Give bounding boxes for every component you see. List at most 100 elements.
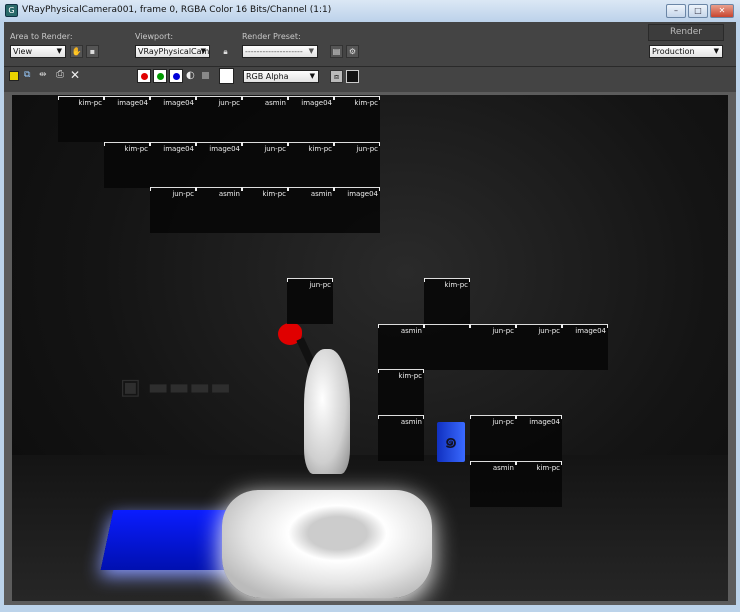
bucket-label: asmin — [400, 418, 422, 426]
render-bucket: kim-pc — [378, 369, 424, 415]
render-bucket: image04 — [562, 324, 608, 370]
bucket-label: kim-pc — [124, 145, 148, 153]
render-bucket: jun-pc — [287, 278, 333, 324]
area-to-render-dropdown[interactable]: View ▼ — [10, 45, 66, 58]
bucket-label: jun-pc — [492, 418, 514, 426]
bucket-label: asmin — [264, 99, 286, 107]
render-bucket: jun-pc — [470, 415, 516, 461]
display-channel-value: RGB Alpha — [246, 72, 289, 81]
bucket-label: asmin — [400, 327, 422, 335]
mono-icon[interactable] — [202, 72, 209, 79]
bucket-label: kim-pc — [354, 99, 378, 107]
render-bucket: jun-pc — [242, 142, 288, 188]
green-channel-toggle[interactable] — [153, 69, 167, 83]
render-bucket: jun-pc — [150, 187, 196, 233]
render-bucket: jun-pc — [516, 324, 562, 370]
red-channel-icon — [141, 73, 148, 80]
render-bucket: asmin — [378, 415, 424, 461]
render-preset-label: Render Preset: — [242, 32, 301, 41]
bucket-label: image04 — [209, 145, 240, 153]
render-bucket: kim-pc — [288, 142, 334, 188]
viewport-dropdown[interactable]: VRayPhysicalCam ▼ — [135, 45, 210, 58]
bucket-label: jun-pc — [172, 190, 194, 198]
clear-icon[interactable]: ✕ — [70, 68, 80, 82]
toggle-ui-overlay-icon[interactable]: ⧈ — [330, 70, 343, 83]
bucket-label: kim-pc — [78, 99, 102, 107]
bucket-label: asmin — [310, 190, 332, 198]
render-bucket — [424, 324, 470, 370]
bucket-label: kim-pc — [398, 372, 422, 380]
render-bucket: image04 — [334, 187, 380, 233]
area-to-render-value: View — [13, 47, 32, 56]
render-bucket: kim-pc — [104, 142, 150, 188]
render-preset-dropdown[interactable]: -------------------- ▼ — [242, 45, 318, 58]
viewport-label: Viewport: — [135, 32, 174, 41]
bucket-label: asmin — [218, 190, 240, 198]
render-bucket: image04 — [516, 415, 562, 461]
chevron-down-icon: ▼ — [308, 47, 314, 55]
chevron-down-icon: ▼ — [56, 47, 62, 55]
minimize-button[interactable]: – — [666, 4, 686, 18]
bucket-label: image04 — [301, 99, 332, 107]
render-bucket: image04 — [288, 96, 334, 142]
viewport-value: VRayPhysicalCam — [138, 47, 210, 56]
render-bucket: asmin — [470, 461, 516, 507]
lock-icon[interactable]: 🔒︎ — [219, 45, 232, 58]
render-bucket: kim-pc — [242, 187, 288, 233]
bucket-label: image04 — [529, 418, 560, 426]
render-viewport: ▣ ▬▬▬▬ ๑ kim-pc image04 image04 jun-pc asmin… — [12, 95, 728, 601]
render-bucket: image04 — [196, 142, 242, 188]
chevron-down-icon: ▼ — [200, 47, 206, 55]
toggle-ui-icon[interactable] — [346, 70, 359, 83]
render-bucket: jun-pc — [196, 96, 242, 142]
bucket-label: jun-pc — [538, 327, 560, 335]
clone-window-icon[interactable]: ⇹ — [39, 70, 47, 80]
white-swirl-logo — [222, 490, 432, 598]
background-photoshop-logo: ▣ ▬▬▬▬ — [120, 375, 231, 400]
render-bucket: image04 — [150, 142, 196, 188]
display-channel-dropdown[interactable]: RGB Alpha ▼ — [243, 70, 319, 83]
render-bucket: asmin — [288, 187, 334, 233]
render-bucket: kim-pc — [334, 96, 380, 142]
render-mode-dropdown[interactable]: Production ▼ — [649, 45, 723, 58]
bucket-label: kim-pc — [308, 145, 332, 153]
bucket-label: jun-pc — [309, 281, 331, 289]
save-image-icon[interactable] — [9, 71, 19, 81]
white-figure — [304, 349, 350, 474]
render-bucket: jun-pc — [470, 324, 516, 370]
green-channel-icon — [157, 73, 164, 80]
maximize-button[interactable]: □ — [688, 4, 708, 18]
render-preset-value: -------------------- — [245, 47, 303, 56]
pan-hand-icon[interactable]: ✋ — [70, 45, 83, 58]
area-to-render-label: Area to Render: — [10, 32, 73, 41]
title-bar: G VRayPhysicalCamera001, frame 0, RGBA C… — [0, 0, 740, 22]
copy-image-icon[interactable]: ⧉ — [24, 70, 30, 80]
bucket-label: jun-pc — [218, 99, 240, 107]
bucket-label: kim-pc — [444, 281, 468, 289]
toolbar-panel — [4, 22, 736, 95]
render-bucket: image04 — [150, 96, 196, 142]
bucket-label: jun-pc — [492, 327, 514, 335]
bucket-label: jun-pc — [264, 145, 286, 153]
edit-region-icon[interactable]: ▪ — [86, 45, 99, 58]
close-button[interactable]: ✕ — [710, 4, 734, 18]
blue-channel-icon — [173, 73, 180, 80]
red-channel-toggle[interactable] — [137, 69, 151, 83]
bucket-label: image04 — [163, 99, 194, 107]
render-bucket: asmin — [378, 324, 424, 370]
print-icon[interactable]: ⎙ — [56, 69, 64, 80]
environment-gear-icon[interactable]: ⚙ — [346, 45, 359, 58]
render-button[interactable]: Render — [648, 24, 724, 41]
bucket-label: jun-pc — [356, 145, 378, 153]
blue-channel-toggle[interactable] — [169, 69, 183, 83]
render-setup-icon[interactable]: ▤ — [330, 45, 343, 58]
color-swatch[interactable] — [219, 68, 234, 84]
render-bucket: kim-pc — [516, 461, 562, 507]
render-bucket: asmin — [196, 187, 242, 233]
window-title: VRayPhysicalCamera001, frame 0, RGBA Col… — [22, 5, 332, 15]
render-bucket: kim-pc — [424, 278, 470, 324]
render-bucket: kim-pc — [58, 96, 104, 142]
bucket-label: image04 — [347, 190, 378, 198]
render-bucket: asmin — [242, 96, 288, 142]
alpha-icon[interactable]: ◐ — [186, 70, 195, 81]
